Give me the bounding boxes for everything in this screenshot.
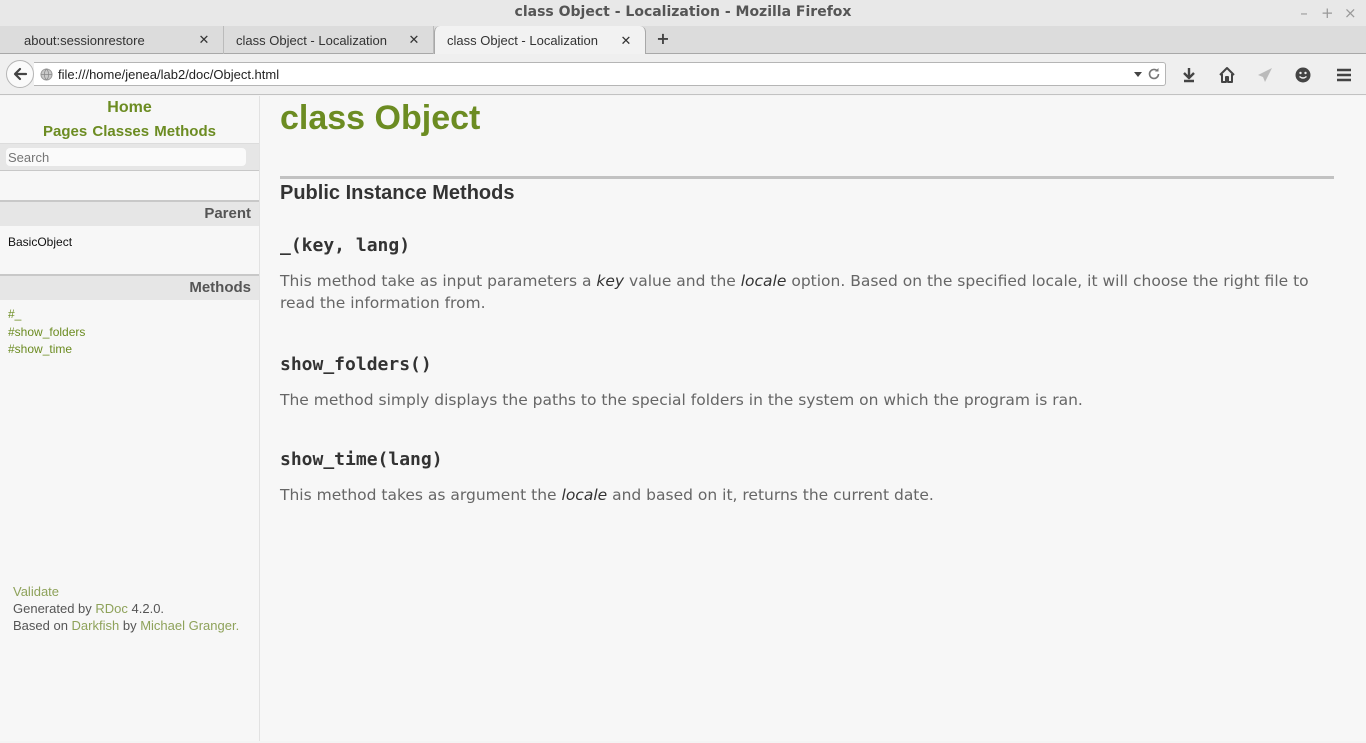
- methods-link[interactable]: Methods: [154, 123, 216, 140]
- page-title: class Object: [280, 99, 481, 137]
- desc-text: This method takes as argument the: [280, 486, 562, 504]
- method-link-show-folders[interactable]: #show_folders: [8, 324, 259, 342]
- maximize-button[interactable]: +: [1321, 4, 1334, 22]
- rdoc-link[interactable]: RDoc: [95, 601, 128, 616]
- documentation-content: class Object Public Instance Methods _(k…: [280, 96, 1334, 741]
- section-heading: Public Instance Methods: [280, 182, 515, 204]
- method-link-show-time[interactable]: #show_time: [8, 341, 259, 359]
- downloads-button[interactable]: [1179, 65, 1199, 85]
- desc-emphasis: locale: [740, 272, 787, 290]
- based-on-text: Based on: [13, 618, 72, 633]
- minimize-button[interactable]: –: [1298, 4, 1310, 22]
- desc-emphasis: locale: [561, 486, 608, 504]
- window-controls: – + ×: [1298, 4, 1356, 22]
- tab-close-icon[interactable]: ✕: [619, 33, 633, 49]
- method-description: This method take as input parameters a k…: [280, 270, 1334, 314]
- footer-period: .: [235, 618, 240, 633]
- hamburger-menu-icon: [1337, 68, 1351, 82]
- method-link-underscore[interactable]: #_: [8, 306, 259, 324]
- url-bar[interactable]: [34, 62, 1166, 86]
- home-icon: [1219, 67, 1235, 83]
- method-detail-show-folders: show_folders() The method simply display…: [280, 354, 1334, 411]
- method-description: This method takes as argument the locale…: [280, 484, 1334, 506]
- method-description: The method simply displays the paths to …: [280, 391, 1083, 409]
- method-detail-underscore: _(key, lang) This method take as input p…: [280, 235, 1334, 314]
- tab-localization-active[interactable]: class Object - Localization ✕: [434, 26, 646, 55]
- page-viewport: Home Pages Classes Methods Parent BasicO…: [0, 96, 1366, 741]
- rdoc-version: 4.2.0.: [127, 601, 165, 616]
- tab-strip: about:sessionrestore ✕ class Object - Lo…: [0, 26, 1366, 55]
- navigation-toolbar: [0, 54, 1366, 95]
- tab-label: class Object - Localization: [236, 32, 388, 48]
- tab-label: about:sessionrestore: [24, 32, 145, 48]
- new-tab-button[interactable]: +: [654, 30, 672, 48]
- methods-section-heading: Methods: [0, 274, 259, 300]
- paper-plane-icon: [1258, 68, 1272, 82]
- globe-icon: [40, 68, 53, 81]
- reload-icon[interactable]: [1147, 67, 1161, 81]
- desc-text: and based on it, returns the current dat…: [607, 486, 934, 504]
- method-detail-show-time: show_time(lang) This method takes as arg…: [280, 449, 1334, 506]
- home-link[interactable]: Home: [0, 99, 259, 117]
- validator-badges: Validate Generated by RDoc 4.2.0. Based …: [13, 583, 239, 634]
- window-titlebar: class Object - Localization - Mozilla Fi…: [0, 0, 1366, 26]
- tab-close-icon[interactable]: ✕: [407, 32, 421, 48]
- search-input[interactable]: [6, 148, 246, 166]
- generated-by-text: Generated by: [13, 601, 96, 616]
- desc-text: value and the: [624, 272, 741, 290]
- method-signature[interactable]: _(key, lang): [280, 235, 1334, 256]
- classes-link[interactable]: Classes: [92, 123, 149, 140]
- window-title: class Object - Localization - Mozilla Fi…: [514, 4, 852, 20]
- back-arrow-icon: [13, 67, 28, 81]
- download-icon: [1183, 68, 1195, 83]
- method-signature[interactable]: show_folders(): [280, 354, 1334, 375]
- index-nav: Pages Classes Methods: [0, 123, 259, 140]
- parent-section-heading: Parent: [0, 200, 259, 226]
- validate-link[interactable]: Validate: [13, 584, 59, 599]
- tab-close-icon[interactable]: ✕: [197, 32, 211, 48]
- url-input[interactable]: [58, 65, 1118, 83]
- parent-class-link[interactable]: BasicObject: [8, 235, 259, 249]
- doc-sidebar: Home Pages Classes Methods Parent BasicO…: [0, 96, 260, 741]
- tab-label: class Object - Localization: [447, 33, 599, 48]
- section-divider: [280, 176, 1334, 179]
- hello-button[interactable]: [1293, 65, 1313, 85]
- pages-link[interactable]: Pages: [43, 123, 87, 140]
- method-signature[interactable]: show_time(lang): [280, 449, 1334, 470]
- desc-emphasis: key: [596, 272, 625, 290]
- author-link[interactable]: Michael Granger: [140, 618, 235, 633]
- desc-text: This method take as input parameters a: [280, 272, 597, 290]
- darkfish-link[interactable]: Darkfish: [72, 618, 120, 633]
- history-dropdown-icon[interactable]: [1133, 69, 1143, 79]
- chat-smiley-icon: [1295, 67, 1311, 83]
- tab-sessionrestore[interactable]: about:sessionrestore ✕: [12, 26, 224, 54]
- send-button[interactable]: [1255, 65, 1275, 85]
- method-list: #_ #show_folders #show_time: [8, 306, 259, 359]
- by-text: by: [119, 618, 141, 633]
- search-section: [0, 143, 259, 171]
- close-window-button[interactable]: ×: [1344, 4, 1357, 22]
- tab-localization-1[interactable]: class Object - Localization ✕: [224, 26, 434, 54]
- home-button[interactable]: [1217, 65, 1237, 85]
- back-button[interactable]: [6, 60, 34, 88]
- menu-button[interactable]: [1334, 65, 1354, 85]
